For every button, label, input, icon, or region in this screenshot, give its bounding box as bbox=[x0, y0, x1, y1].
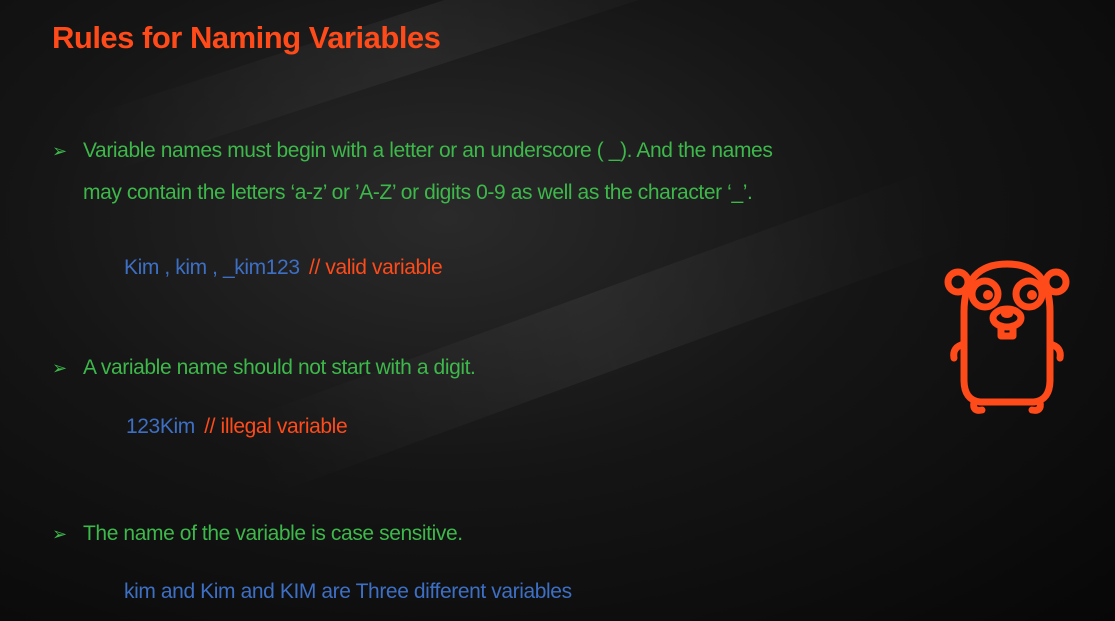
background-streak bbox=[236, 165, 969, 498]
rule-line: The name of the variable is case sensiti… bbox=[83, 522, 463, 545]
example-line: kim and Kim and KIM are Three different … bbox=[124, 580, 572, 604]
slide-title: Rules for Naming Variables bbox=[52, 20, 441, 55]
example-comment: // valid variable bbox=[309, 256, 443, 279]
arrow-bullet-icon: ➢ bbox=[52, 141, 67, 161]
rule-line: A variable name should not start with a … bbox=[83, 356, 476, 379]
example-code: Kim , kim , _kim123 bbox=[124, 256, 300, 279]
example-comment: // illegal variable bbox=[204, 415, 348, 438]
rule-item: ➢ The name of the variable is case sensi… bbox=[52, 513, 902, 555]
example-code: 123Kim bbox=[126, 415, 195, 438]
rule-item: ➢ A variable name should not start with … bbox=[52, 347, 902, 389]
go-gopher-icon bbox=[944, 260, 1070, 414]
rule-line: Variable names must begin with a letter … bbox=[83, 139, 773, 162]
example-code: kim and Kim and KIM are Three different … bbox=[124, 580, 572, 603]
arrow-bullet-icon: ➢ bbox=[52, 358, 67, 378]
arrow-bullet-icon: ➢ bbox=[52, 524, 67, 544]
example-line: 123Kim // illegal variable bbox=[126, 415, 348, 439]
rule-item: ➢ Variable names must begin with a lette… bbox=[52, 130, 902, 214]
rule-line: may contain the letters ‘a-z’ or ’A-Z’ o… bbox=[83, 181, 753, 204]
example-line: Kim , kim , _kim123 // valid variable bbox=[124, 256, 443, 280]
